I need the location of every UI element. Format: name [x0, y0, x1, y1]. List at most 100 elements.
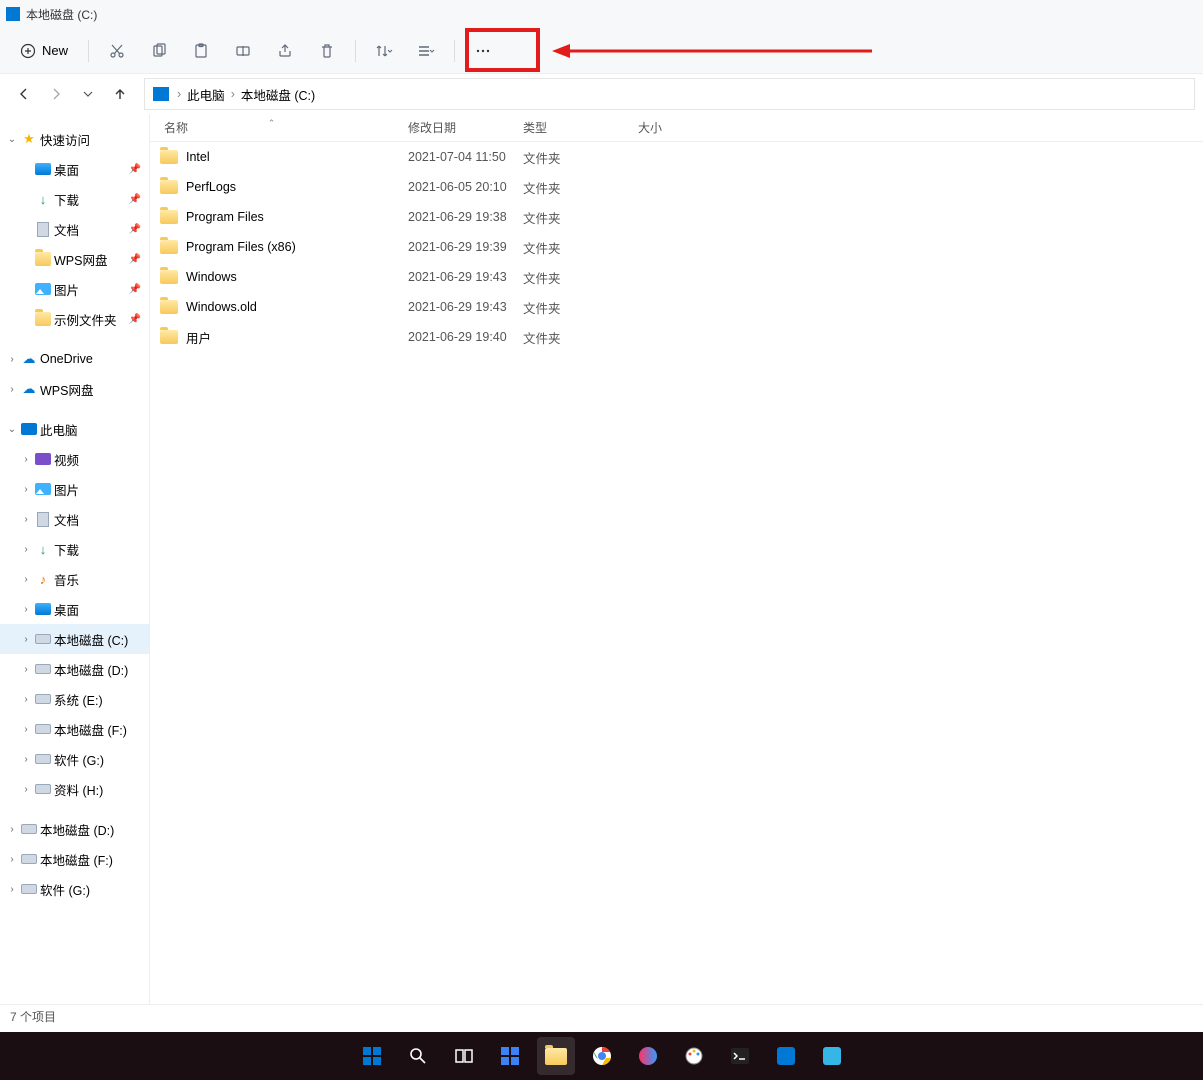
- copy-button[interactable]: [141, 33, 177, 69]
- taskbar-terminal[interactable]: [721, 1037, 759, 1075]
- drive-icon: [35, 781, 51, 797]
- taskbar-settings[interactable]: [767, 1037, 805, 1075]
- sidebar-item[interactable]: › 文档: [0, 504, 149, 534]
- nav-row: › 此电脑 › 本地磁盘 (C:): [0, 74, 1203, 114]
- up-button[interactable]: [106, 80, 134, 108]
- more-button[interactable]: [465, 33, 501, 69]
- file-date: 2021-06-05 20:10: [394, 180, 509, 194]
- table-row[interactable]: PerfLogs 2021-06-05 20:10 文件夹: [150, 172, 1203, 202]
- chevron-icon: ›: [20, 784, 32, 795]
- table-row[interactable]: Program Files 2021-06-29 19:38 文件夹: [150, 202, 1203, 232]
- chevron-icon: ⌄: [6, 134, 18, 145]
- sidebar-item[interactable]: › 视频: [0, 444, 149, 474]
- sidebar-item[interactable]: › 桌面: [0, 594, 149, 624]
- file-name: 用户: [186, 328, 211, 347]
- sidebar-item[interactable]: › 软件 (G:): [0, 744, 149, 774]
- recent-button[interactable]: [74, 80, 102, 108]
- taskbar-app[interactable]: [813, 1037, 851, 1075]
- rename-button[interactable]: [225, 33, 261, 69]
- picture-icon: [35, 281, 51, 297]
- taskbar-chrome[interactable]: [583, 1037, 621, 1075]
- sidebar-item-label: 文档: [54, 220, 79, 239]
- plus-circle-icon: [20, 43, 36, 59]
- folder-icon: [160, 180, 178, 194]
- file-name: Program Files (x86): [186, 240, 296, 254]
- sidebar-item[interactable]: › 资料 (H:): [0, 774, 149, 804]
- breadcrumb-root[interactable]: 此电脑: [183, 83, 229, 106]
- sidebar-item[interactable]: › 系统 (E:): [0, 684, 149, 714]
- delete-button[interactable]: [309, 33, 345, 69]
- sidebar-item[interactable]: › 软件 (G:): [0, 874, 149, 904]
- folder-icon: [160, 300, 178, 314]
- col-name[interactable]: ⌃名称: [150, 119, 394, 136]
- chevron-icon: ›: [20, 574, 32, 585]
- sidebar-item[interactable]: ⌄ ★ 快速访问: [0, 124, 149, 154]
- sidebar-item[interactable]: ↓ 下载 📌: [0, 184, 149, 214]
- address-bar[interactable]: › 此电脑 › 本地磁盘 (C:): [144, 78, 1195, 110]
- sidebar-item[interactable]: › ♪ 音乐: [0, 564, 149, 594]
- table-row[interactable]: Windows.old 2021-06-29 19:43 文件夹: [150, 292, 1203, 322]
- file-name: Windows.old: [186, 300, 257, 314]
- drive-icon: [21, 881, 37, 897]
- taskbar: [0, 1032, 1203, 1080]
- sidebar-item[interactable]: › ☁ WPS网盘: [0, 374, 149, 404]
- chevron-down-icon: [83, 89, 93, 99]
- table-row[interactable]: Windows 2021-06-29 19:43 文件夹: [150, 262, 1203, 292]
- sidebar-item[interactable]: WPS网盘 📌: [0, 244, 149, 274]
- view-button[interactable]: [408, 33, 444, 69]
- sidebar-item[interactable]: 桌面 📌: [0, 154, 149, 184]
- chevron-icon: ›: [6, 854, 18, 865]
- table-row[interactable]: Intel 2021-07-04 11:50 文件夹: [150, 142, 1203, 172]
- taskbar-explorer[interactable]: [537, 1037, 575, 1075]
- taskbar-taskview[interactable]: [445, 1037, 483, 1075]
- col-type[interactable]: 类型: [509, 119, 624, 136]
- chevron-icon: ›: [20, 724, 32, 735]
- new-button[interactable]: New: [10, 37, 78, 65]
- rename-icon: [235, 43, 251, 59]
- paste-button[interactable]: [183, 33, 219, 69]
- share-button[interactable]: [267, 33, 303, 69]
- sidebar-item[interactable]: › 本地磁盘 (F:): [0, 714, 149, 744]
- sidebar-item[interactable]: › 本地磁盘 (F:): [0, 844, 149, 874]
- chevron-icon: ›: [20, 604, 32, 615]
- table-row[interactable]: 用户 2021-06-29 19:40 文件夹: [150, 322, 1203, 352]
- sidebar-item[interactable]: › 本地磁盘 (D:): [0, 814, 149, 844]
- folder-icon: [35, 311, 51, 327]
- sidebar-item-label: 此电脑: [40, 420, 78, 439]
- breadcrumb-current[interactable]: 本地磁盘 (C:): [237, 83, 319, 106]
- sidebar-item[interactable]: 图片 📌: [0, 274, 149, 304]
- sidebar-item[interactable]: › 本地磁盘 (C:): [0, 624, 149, 654]
- chevron-icon: ›: [20, 664, 32, 675]
- sidebar-item[interactable]: 文档 📌: [0, 214, 149, 244]
- sidebar-item[interactable]: 示例文件夹 📌: [0, 304, 149, 334]
- taskbar-widgets[interactable]: [491, 1037, 529, 1075]
- sidebar-item[interactable]: ⌄ 此电脑: [0, 414, 149, 444]
- table-row[interactable]: Program Files (x86) 2021-06-29 19:39 文件夹: [150, 232, 1203, 262]
- cut-button[interactable]: [99, 33, 135, 69]
- status-bar: 7 个项目: [0, 1004, 1203, 1028]
- desktop-icon: [35, 601, 51, 617]
- col-size[interactable]: 大小: [624, 119, 714, 136]
- chevron-icon: ›: [6, 884, 18, 895]
- sidebar-item[interactable]: › 本地磁盘 (D:): [0, 654, 149, 684]
- taskbar-browser2[interactable]: [629, 1037, 667, 1075]
- back-button[interactable]: [10, 80, 38, 108]
- forward-button[interactable]: [42, 80, 70, 108]
- sidebar-item-label: 下载: [54, 190, 79, 209]
- col-date[interactable]: 修改日期: [394, 119, 509, 136]
- sidebar-item[interactable]: › ☁ OneDrive: [0, 344, 149, 374]
- file-name: Windows: [186, 270, 237, 284]
- separator: [88, 40, 89, 62]
- download-icon: ↓: [35, 191, 51, 207]
- sidebar-item[interactable]: › ↓ 下载: [0, 534, 149, 564]
- sort-button[interactable]: [366, 33, 402, 69]
- video-icon: [35, 451, 51, 467]
- taskbar-start[interactable]: [353, 1037, 391, 1075]
- chevron-icon: ›: [20, 454, 32, 465]
- doc-icon: [35, 511, 51, 527]
- taskbar-paint[interactable]: [675, 1037, 713, 1075]
- onedrive-icon: ☁: [21, 351, 37, 367]
- sidebar-item[interactable]: › 图片: [0, 474, 149, 504]
- sidebar-item-label: 本地磁盘 (D:): [40, 820, 114, 839]
- taskbar-search[interactable]: [399, 1037, 437, 1075]
